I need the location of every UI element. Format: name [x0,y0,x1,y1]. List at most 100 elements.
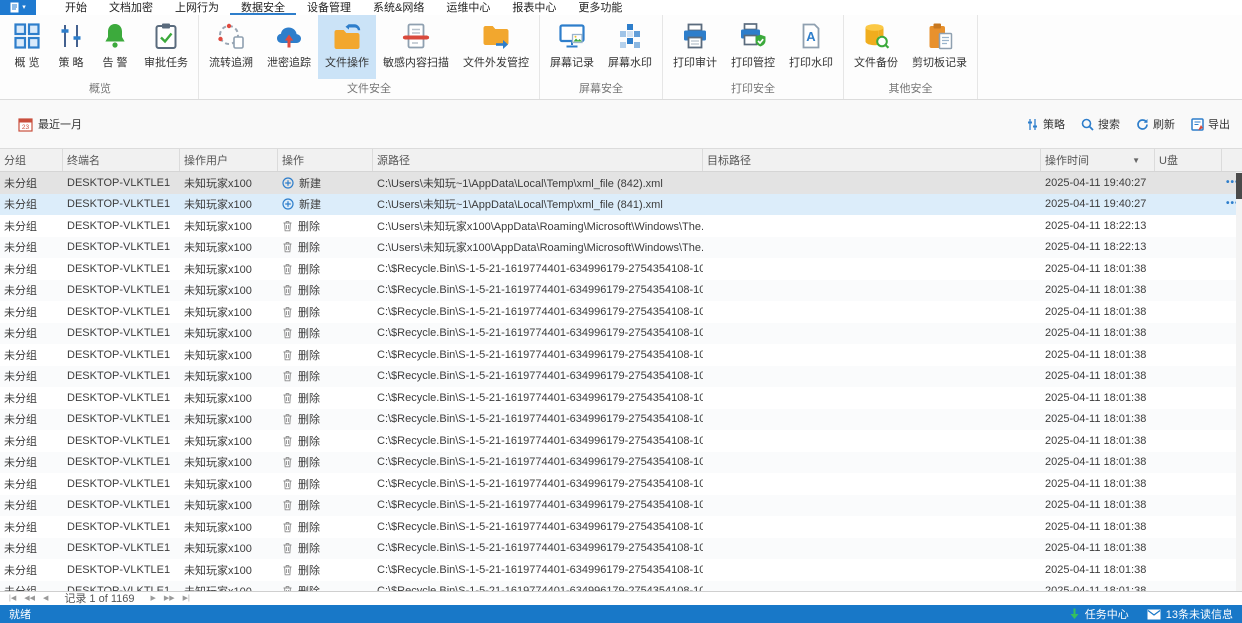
column-header-operation-time[interactable]: 操作时间 ▼ [1041,149,1155,171]
cell-source: C:\Users\未知玩家x100\AppData\Roaming\Micros… [377,242,703,255]
table-row[interactable]: 未分组DESKTOP-VLKTLE1未知玩家x100删除C:\$Recycle.… [0,430,1242,452]
ribbon-button-approval-tasks[interactable]: 审批任务 [137,15,195,79]
ribbon-button-print-watermark[interactable]: A 打印水印 [782,15,840,79]
ribbon-button-label: 敏感内容扫描 [383,57,449,69]
app-menu-button[interactable]: ▾ [0,0,36,15]
trash-icon [282,542,293,554]
scrollbar-thumb[interactable] [1236,173,1242,199]
table-row[interactable]: 未分组DESKTOP-VLKTLE1未知玩家x100删除C:\$Recycle.… [0,279,1242,301]
ribbon-button-screen-watermark[interactable]: 屏幕水印 [601,15,659,79]
table-row[interactable]: 未分组DESKTOP-VLKTLE1未知玩家x100删除C:\$Recycle.… [0,494,1242,516]
ribbon-button-overview[interactable]: 概 览 [5,15,49,79]
column-header-group[interactable]: 分组 [0,149,63,171]
menu-tab-device-management[interactable]: 设备管理 [296,0,362,15]
table-row[interactable]: 未分组DESKTOP-VLKTLE1未知玩家x100删除C:\$Recycle.… [0,451,1242,473]
cell-terminal: DESKTOP-VLKTLE1 [67,262,171,275]
unread-messages-label: 13条未读信息 [1165,609,1233,621]
table-row[interactable]: 未分组 DESKTOP-VLKTLE1 未知玩家x100 删除 C:\Users\未知玩… [0,236,1242,258]
menu-tab-report-center[interactable]: 报表中心 [501,0,567,15]
operation-label: 删除 [298,414,320,427]
menu-tab-system-network[interactable]: 系统&网络 [362,0,435,15]
table-row[interactable]: 未分组DESKTOP-VLKTLE1未知玩家x100删除C:\$Recycle.… [0,580,1242,591]
export-label: 导出 [1208,119,1230,131]
cell-terminal: DESKTOP-VLKTLE1 [67,542,171,555]
column-header-usb[interactable]: U盘 [1155,149,1222,171]
policy-button[interactable]: 策略 [1026,116,1065,132]
ribbon-button-print-control[interactable]: 打印管控 [724,15,782,79]
menu-tab-data-security[interactable]: 数据安全 [230,0,296,15]
search-button[interactable]: 搜索 [1081,116,1120,132]
cell-source: C:\Users\未知玩~1\AppData\Local\Temp\xml_fi… [377,199,663,212]
cell-terminal: DESKTOP-VLKTLE1 [67,370,171,383]
printer-icon [680,21,710,51]
column-header-operation[interactable]: 操作 [278,149,373,171]
table-row[interactable]: 未分组 DESKTOP-VLKTLE1 未知玩家x100 新建 C:\Users\未知玩… [0,193,1242,215]
table-row[interactable]: 未分组DESKTOP-VLKTLE1未知玩家x100删除C:\$Recycle.… [0,516,1242,538]
ribbon-button-sensitive-content-scan[interactable]: 敏感内容扫描 [376,15,456,79]
trash-icon [282,327,293,339]
cell-user: 未知玩家x100 [184,263,252,276]
operation-label: 删除 [298,371,320,384]
fast-next-button[interactable]: ▶▶ [160,593,179,605]
first-page-button[interactable]: |◀ [5,593,20,605]
cell-op: 删除 [278,411,373,427]
ribbon-button-clipboard-record[interactable]: 剪切板记录 [905,15,974,79]
table-row[interactable]: 未分组DESKTOP-VLKTLE1未知玩家x100删除C:\$Recycle.… [0,537,1242,559]
ribbon-button-file-backup[interactable]: 文件备份 [847,15,905,79]
trash-icon [282,306,293,318]
ribbon-button-screen-record[interactable]: 屏幕记录 [543,15,601,79]
column-header-label: 操作时间 [1045,155,1089,167]
menu-tab-document-encryption[interactable]: 文档加密 [98,0,164,15]
table-row[interactable]: 未分组DESKTOP-VLKTLE1未知玩家x100删除C:\$Recycle.… [0,365,1242,387]
table-row[interactable]: 未分组DESKTOP-VLKTLE1未知玩家x100删除C:\$Recycle.… [0,344,1242,366]
ribbon-button-leak-tracking[interactable]: 泄密追踪 [260,15,318,79]
table-row[interactable]: 未分组DESKTOP-VLKTLE1未知玩家x100删除C:\$Recycle.… [0,559,1242,581]
table-row[interactable]: 未分组DESKTOP-VLKTLE1未知玩家x100删除C:\$Recycle.… [0,387,1242,409]
cell-source: C:\$Recycle.Bin\S-1-5-21-1619774401-6349… [377,262,703,275]
column-header-terminal[interactable]: 终端名 [63,149,180,171]
fast-prev-button[interactable]: ◀◀ [20,593,39,605]
column-header-target-path[interactable]: 目标路径 [703,149,1041,171]
table-row[interactable]: 未分组 DESKTOP-VLKTLE1 未知玩家x100 新建 C:\Users\未知玩… [0,172,1242,194]
next-record-button[interactable]: ▶ [147,593,160,605]
table-row[interactable]: 未分组DESKTOP-VLKTLE1未知玩家x100删除C:\$Recycle.… [0,322,1242,344]
ribbon-button-file-operations[interactable]: 文件操作 [318,15,376,79]
table-row[interactable]: 未分组 DESKTOP-VLKTLE1 未知玩家x100 删除 C:\Users\未知玩… [0,215,1242,237]
refresh-button[interactable]: 刷新 [1136,116,1175,132]
row-actions-button[interactable]: ••• [1222,199,1236,209]
cell-time: 2025-04-11 18:22:13 [1045,241,1147,254]
menu-tab-internet-behavior[interactable]: 上网行为 [164,0,230,15]
cell-op: 新建 [278,175,373,191]
cell-time: 2025-04-11 18:01:38 [1045,327,1147,340]
trash-icon [282,521,293,533]
export-button[interactable]: 导出 [1191,116,1230,132]
prev-record-button[interactable]: ◀ [39,593,52,605]
ribbon-button-policy[interactable]: 策 略 [49,15,93,79]
ribbon-button-file-outgoing-control[interactable]: 文件外发管控 [456,15,536,79]
ribbon-button-flow-trace[interactable]: 流转追溯 [202,15,260,79]
vertical-scrollbar[interactable] [1236,172,1242,591]
menu-tab-start[interactable]: 开始 [54,0,98,15]
filter-dropdown-icon[interactable]: ▼ [1132,156,1140,165]
search-icon [1081,118,1094,131]
table-row[interactable]: 未分组DESKTOP-VLKTLE1未知玩家x100删除C:\$Recycle.… [0,473,1242,495]
last-page-button[interactable]: ▶| [179,593,194,605]
menu-tab-operations-center[interactable]: 运维中心 [435,0,501,15]
ribbon-button-alert[interactable]: 告 警 [93,15,137,79]
menu-tab-more-features[interactable]: 更多功能 [567,0,633,15]
table-header: 分组 终端名 操作用户 操作 源路径 目标路径 操作时间 ▼ U盘 [0,148,1242,172]
column-header-source-path[interactable]: 源路径 [373,149,703,171]
table-row[interactable]: 未分组DESKTOP-VLKTLE1未知玩家x100删除C:\$Recycle.… [0,408,1242,430]
folder-export-icon [481,21,511,51]
ribbon-group-label: 打印安全 [731,83,775,95]
column-header-user[interactable]: 操作用户 [180,149,278,171]
ribbon-button-label: 打印水印 [789,57,833,69]
date-range-filter[interactable]: 23 最近一月 [18,116,82,132]
ribbon-button-print-audit[interactable]: 打印审计 [666,15,724,79]
operation-label: 删除 [298,263,320,276]
table-row[interactable]: 未分组DESKTOP-VLKTLE1未知玩家x100删除C:\$Recycle.… [0,258,1242,280]
row-actions-button[interactable]: ••• [1222,178,1236,188]
unread-messages-button[interactable]: 13条未读信息 [1147,606,1233,622]
task-center-button[interactable]: 任务中心 [1069,606,1129,622]
table-row[interactable]: 未分组DESKTOP-VLKTLE1未知玩家x100删除C:\$Recycle.… [0,301,1242,323]
